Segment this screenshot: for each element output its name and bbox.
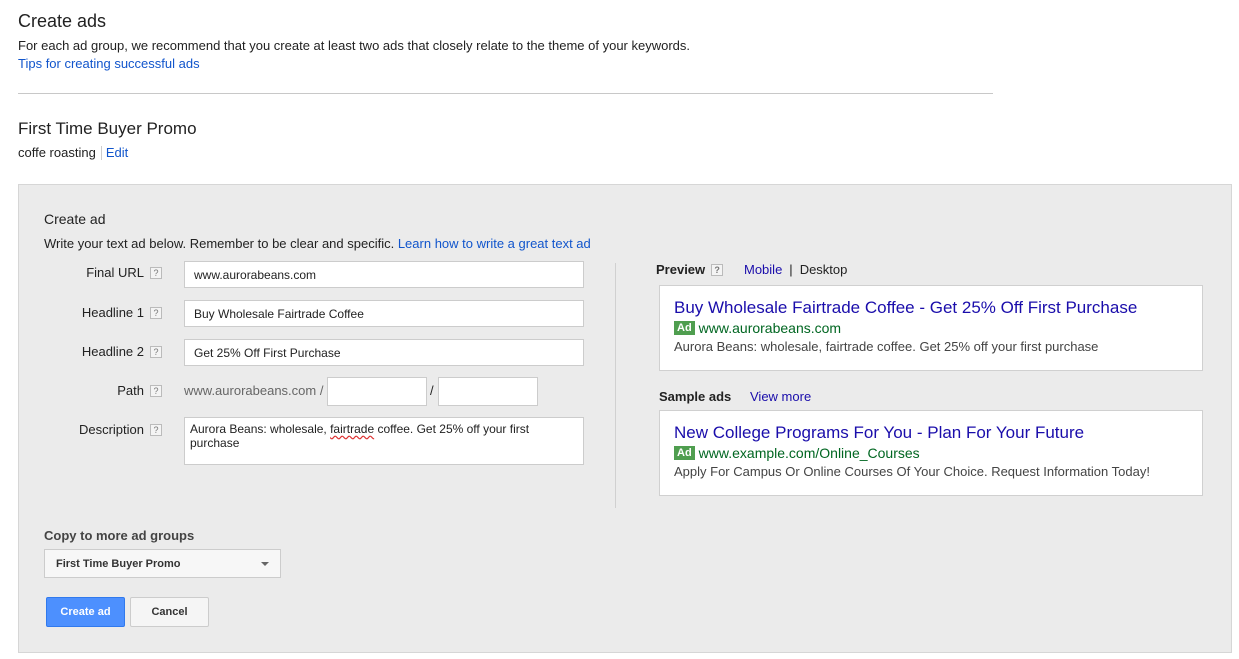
mobile-toggle[interactable]: Mobile: [744, 262, 782, 277]
headline1-help-icon[interactable]: ?: [150, 306, 162, 319]
headline2-label: Headline 2 ?: [42, 344, 162, 359]
toggle-separator: |: [789, 262, 793, 277]
preview-ad-card: Buy Wholesale Fairtrade Coffee - Get 25%…: [659, 285, 1203, 371]
keywords-text: coffe roasting: [18, 145, 96, 160]
desktop-toggle[interactable]: Desktop: [800, 262, 848, 277]
path-help-icon[interactable]: ?: [150, 384, 162, 397]
sample-ad-url: www.example.com/Online_Courses: [698, 445, 920, 461]
description-help-icon[interactable]: ?: [150, 423, 162, 436]
preview-device-toggle: Mobile | Desktop: [744, 262, 847, 277]
ad-group-keywords: coffe roasting Edit: [18, 145, 128, 160]
description-textarea[interactable]: Aurora Beans: wholesale, fairtrade coffe…: [184, 417, 584, 465]
sample-ad-headline[interactable]: New College Programs For You - Plan For …: [674, 423, 1188, 443]
create-ad-instructions: Write your text ad below. Remember to be…: [44, 236, 395, 251]
path2-input[interactable]: [438, 377, 538, 406]
sample-ad-card: New College Programs For You - Plan For …: [659, 410, 1203, 496]
headline1-label: Headline 1 ?: [42, 305, 162, 320]
path-label-text: Path: [117, 383, 144, 398]
ad-group-title: First Time Buyer Promo: [18, 119, 197, 138]
view-more-link[interactable]: View more: [750, 389, 811, 404]
final-url-label-text: Final URL: [86, 265, 144, 280]
preview-help-icon[interactable]: ?: [711, 263, 724, 276]
dropdown-caret-icon: [261, 561, 269, 566]
headline2-label-text: Headline 2: [81, 344, 144, 359]
description-label: Description ?: [42, 422, 162, 437]
preview-ad-url-row: Ad www.aurorabeans.com: [674, 320, 1188, 336]
preview-ad-description: Aurora Beans: wholesale, fairtrade coffe…: [674, 339, 1099, 354]
final-url-input[interactable]: www.aurorabeans.com: [184, 261, 584, 288]
final-url-help-icon[interactable]: ?: [150, 266, 162, 279]
form-preview-divider: [615, 263, 616, 508]
description-misspelled-word: fairtrade: [330, 422, 375, 436]
intro-text: For each ad group, we recommend that you…: [18, 38, 691, 53]
preview-label-text: Preview: [656, 262, 706, 277]
headline2-input[interactable]: Get 25% Off First Purchase: [184, 339, 584, 366]
tips-link[interactable]: Tips for creating successful ads: [18, 56, 200, 71]
section-divider: [18, 93, 993, 94]
learn-text-ad-link[interactable]: Learn how to write a great text ad: [398, 236, 591, 251]
preview-ad-headline: Buy Wholesale Fairtrade Coffee - Get 25%…: [674, 298, 1138, 317]
headline2-help-icon[interactable]: ?: [150, 345, 162, 358]
path-label: Path ?: [42, 383, 162, 398]
create-ad-panel: Create ad Write your text ad below. Reme…: [18, 184, 1232, 653]
copy-to-ad-groups-label: Copy to more ad groups: [44, 528, 195, 543]
cancel-button[interactable]: Cancel: [130, 597, 209, 627]
page-title: Create ads: [18, 11, 107, 31]
sample-ad-url-row: Ad www.example.com/Online_Courses: [674, 445, 1188, 461]
preview-ad-url: www.aurorabeans.com: [698, 320, 842, 336]
preview-label: Preview ?: [656, 262, 724, 277]
description-label-text: Description: [78, 422, 144, 437]
headline1-label-text: Headline 1: [81, 305, 144, 320]
ad-badge: Ad: [674, 321, 695, 335]
create-ad-button[interactable]: Create ad: [46, 597, 125, 627]
edit-keywords-link[interactable]: Edit: [106, 145, 128, 160]
ad-badge: Ad: [674, 446, 695, 460]
headline1-input[interactable]: Buy Wholesale Fairtrade Coffee: [184, 300, 584, 327]
sample-ads-label: Sample ads: [659, 389, 732, 404]
path-prefix: www.aurorabeans.com /: [184, 383, 324, 398]
description-text-start: Aurora Beans: wholesale,: [190, 422, 331, 436]
final-url-label: Final URL ?: [42, 265, 162, 280]
ad-group-select-value: First Time Buyer Promo: [56, 557, 181, 570]
create-ad-subtitle: Write your text ad below. Remember to be…: [44, 236, 591, 251]
path-separator: /: [430, 383, 434, 398]
keywords-separator: [100, 145, 102, 160]
ad-group-select[interactable]: First Time Buyer Promo: [44, 549, 281, 578]
create-ad-title: Create ad: [44, 211, 106, 227]
path1-input[interactable]: [327, 377, 427, 406]
sample-ad-description: Apply For Campus Or Online Courses Of Yo…: [674, 464, 1150, 479]
